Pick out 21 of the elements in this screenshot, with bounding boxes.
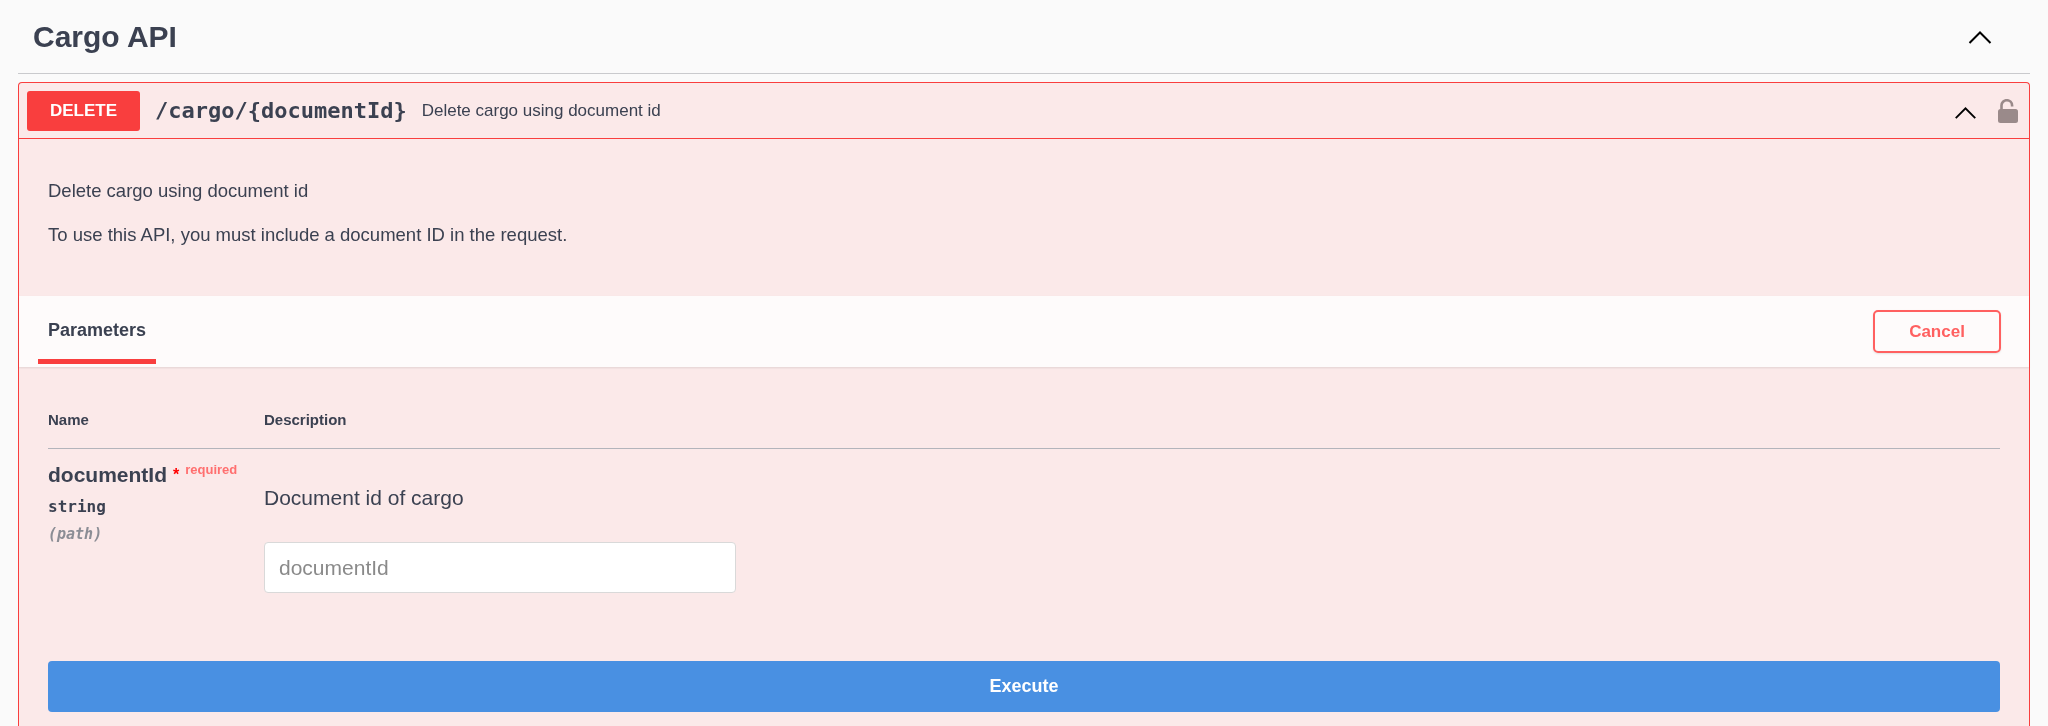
chevron-up-icon[interactable] bbox=[1968, 29, 1992, 44]
parameters-tab[interactable]: Parameters bbox=[38, 296, 157, 364]
operation-summary: Delete cargo using document id bbox=[421, 100, 661, 121]
required-asterisk: * bbox=[173, 465, 180, 485]
execute-button[interactable]: Execute bbox=[48, 661, 2000, 712]
unlocked-padlock-icon[interactable] bbox=[1998, 98, 2018, 123]
section-title: Cargo API bbox=[33, 19, 177, 54]
parameter-location: (path) bbox=[48, 524, 104, 545]
required-label: required bbox=[185, 461, 238, 479]
method-badge: DELETE bbox=[27, 90, 140, 131]
description-text: Delete cargo using document id bbox=[48, 179, 310, 203]
input-field[interactable]: documentId bbox=[264, 542, 736, 593]
parameter-name: documentId bbox=[48, 462, 167, 488]
parameter-type: string bbox=[48, 496, 107, 518]
column-header: Description bbox=[264, 410, 348, 430]
cancel-button[interactable]: Cancel bbox=[1873, 310, 2001, 353]
description-text: To use this API, you must include a document ID in the request. bbox=[48, 223, 569, 247]
column-header: Name bbox=[48, 410, 90, 430]
chevron-up-icon[interactable] bbox=[1953, 106, 1978, 119]
parameter-description: Document id of cargo bbox=[264, 485, 465, 511]
endpoint-path: /cargo/{documentId} bbox=[155, 98, 407, 123]
